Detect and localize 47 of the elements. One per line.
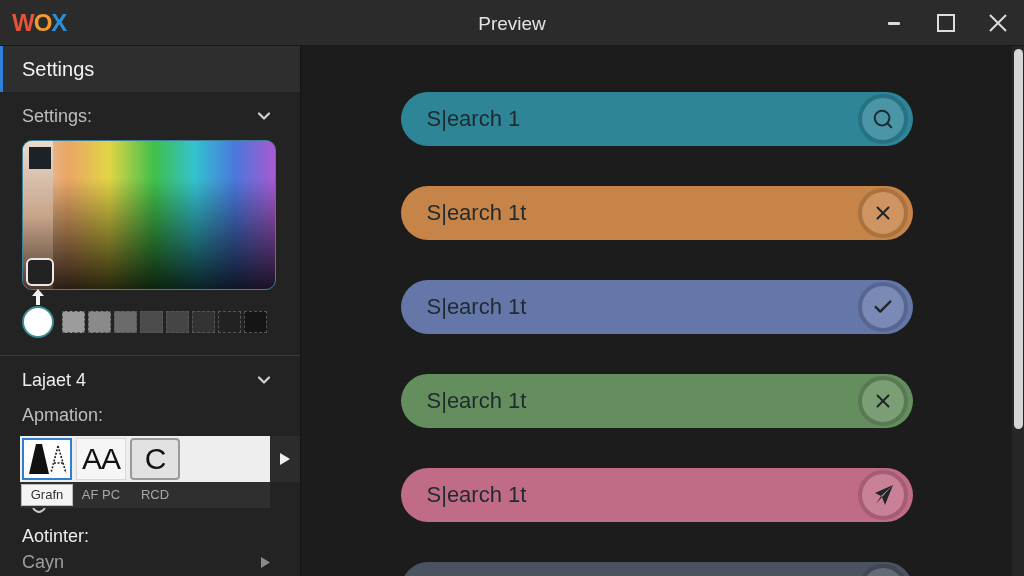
color-swatch[interactable] xyxy=(114,311,137,333)
send-button[interactable] xyxy=(857,470,908,520)
search-field[interactable]: S|earch 1t xyxy=(400,280,913,334)
sidebar-tab[interactable]: Settings xyxy=(0,46,300,92)
font-option[interactable]: C xyxy=(130,438,180,480)
font-name: Grafn xyxy=(21,484,73,506)
search-field[interactable]: S|earch 1t xyxy=(400,468,913,522)
color-swatch[interactable] xyxy=(166,311,189,333)
play-icon xyxy=(261,556,270,568)
clear-button[interactable] xyxy=(857,188,908,238)
color-swatch[interactable] xyxy=(218,311,241,333)
font-option[interactable] xyxy=(22,438,72,480)
dark-swatch-icon xyxy=(29,147,51,169)
font-name: RCD xyxy=(140,486,170,504)
search-icon xyxy=(871,108,894,130)
scrollbar-thumb[interactable] xyxy=(1013,49,1023,429)
logo: WOX xyxy=(12,11,67,35)
arc-icon xyxy=(32,508,46,514)
maximize-icon xyxy=(937,14,955,32)
next-button[interactable] xyxy=(270,436,300,482)
color-swatch[interactable] xyxy=(244,311,267,333)
triangle-glyph-icon xyxy=(27,444,67,474)
color-swatch[interactable] xyxy=(192,311,215,333)
option-heading: Aotinter: xyxy=(21,525,91,547)
minimize-icon xyxy=(888,21,900,25)
font-name: AF PC xyxy=(81,486,121,504)
search-field[interactable]: S|earch 1t xyxy=(400,374,913,428)
close-icon xyxy=(989,14,1007,32)
clear-button[interactable] xyxy=(857,376,908,426)
window-title: Preview xyxy=(478,13,546,33)
option-link[interactable]: Cayn xyxy=(0,551,300,573)
font-option[interactable]: AA xyxy=(76,438,126,480)
color-swatch[interactable] xyxy=(88,311,111,333)
search-button[interactable] xyxy=(857,94,908,144)
search-field[interactable]: S|earch 1t xyxy=(400,186,913,240)
color-swatch[interactable] xyxy=(22,306,54,338)
section-toggle[interactable]: Lajaet 4 xyxy=(0,356,300,404)
play-icon xyxy=(280,453,290,465)
search-field[interactable]: S|earch 1 xyxy=(400,92,913,146)
picker-handle[interactable] xyxy=(26,258,54,286)
section-toggle[interactable]: Settings: xyxy=(0,92,300,140)
confirm-button[interactable] xyxy=(857,282,908,332)
arrow-up-icon xyxy=(32,289,44,305)
color-spectrum[interactable] xyxy=(22,140,276,290)
field-label: Apmation: xyxy=(21,404,105,426)
color-swatch[interactable] xyxy=(62,311,85,333)
color-swatch[interactable] xyxy=(140,311,163,333)
